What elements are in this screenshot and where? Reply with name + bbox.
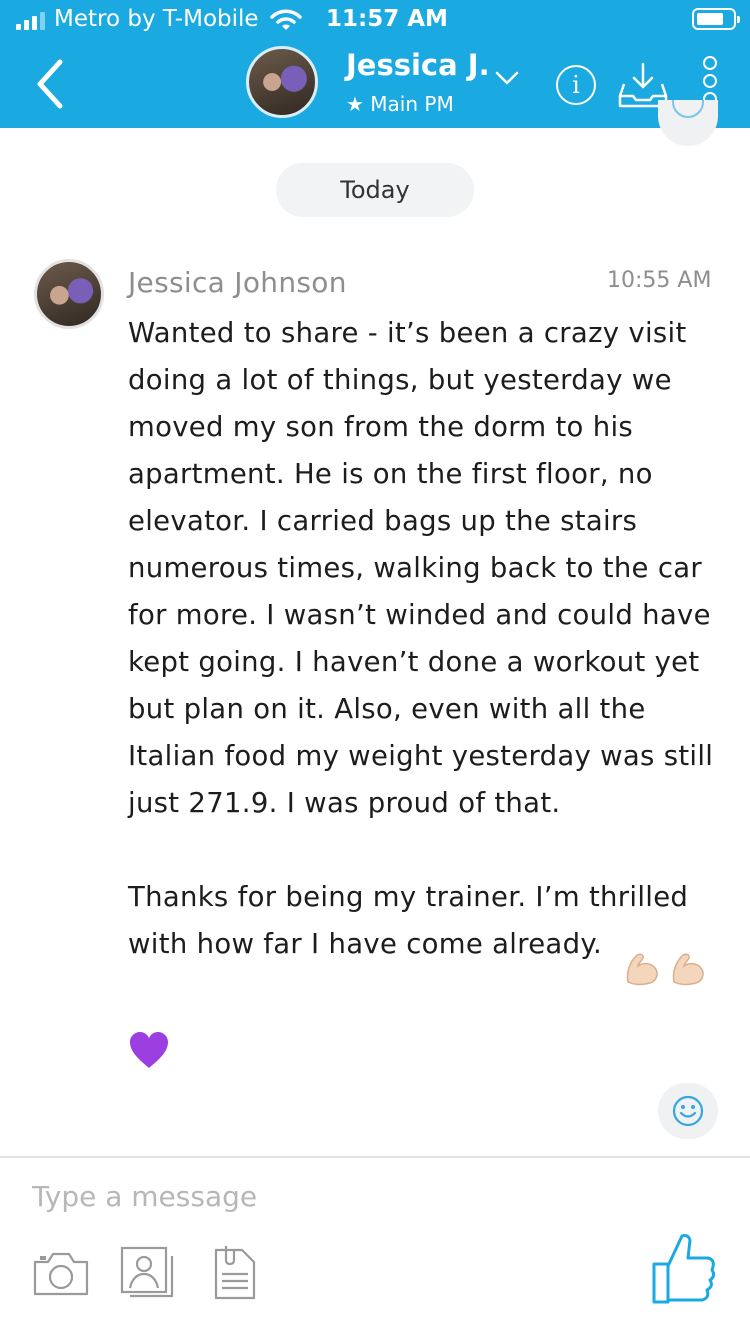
flexed-biceps-emoji xyxy=(626,953,658,986)
add-reaction-button[interactable] xyxy=(658,1083,718,1139)
message-input[interactable] xyxy=(32,1180,632,1213)
carrier-name: Metro by T-Mobile xyxy=(54,6,259,32)
status-time: 11:57 AM xyxy=(326,6,448,32)
message-body: Wanted to share - it’s been a crazy visi… xyxy=(128,317,714,960)
battery-icon xyxy=(692,8,740,30)
flexed-biceps-emoji xyxy=(672,953,704,986)
photo-icon[interactable] xyxy=(118,1244,176,1302)
sender-name: Jessica Johnson xyxy=(128,266,347,299)
thumbs-up-icon[interactable] xyxy=(650,1230,718,1306)
composer-divider xyxy=(0,1156,750,1158)
purple-heart-emoji xyxy=(130,1032,168,1068)
sender-avatar[interactable] xyxy=(34,259,104,329)
contact-subtitle: ★ Main PM xyxy=(346,92,454,116)
info-icon[interactable]: i xyxy=(556,65,596,105)
reaction-button-partial[interactable] xyxy=(658,100,718,146)
camera-icon[interactable] xyxy=(32,1248,90,1298)
signal-icon xyxy=(16,10,45,30)
back-arrow-icon[interactable] xyxy=(28,54,72,114)
wifi-icon xyxy=(270,9,302,30)
chevron-down-icon[interactable] xyxy=(494,70,520,86)
contact-avatar[interactable] xyxy=(246,46,318,118)
status-bar: Metro by T-Mobile 11:57 AM xyxy=(0,0,750,40)
top-bar: Metro by T-Mobile 11:57 AM Jessica J. ★ … xyxy=(0,0,750,128)
date-divider: Today xyxy=(276,163,474,217)
document-icon[interactable] xyxy=(212,1244,258,1302)
contact-name[interactable]: Jessica J. xyxy=(346,48,490,82)
smiley-icon xyxy=(672,1095,704,1127)
message-timestamp: 10:55 AM xyxy=(607,268,712,293)
